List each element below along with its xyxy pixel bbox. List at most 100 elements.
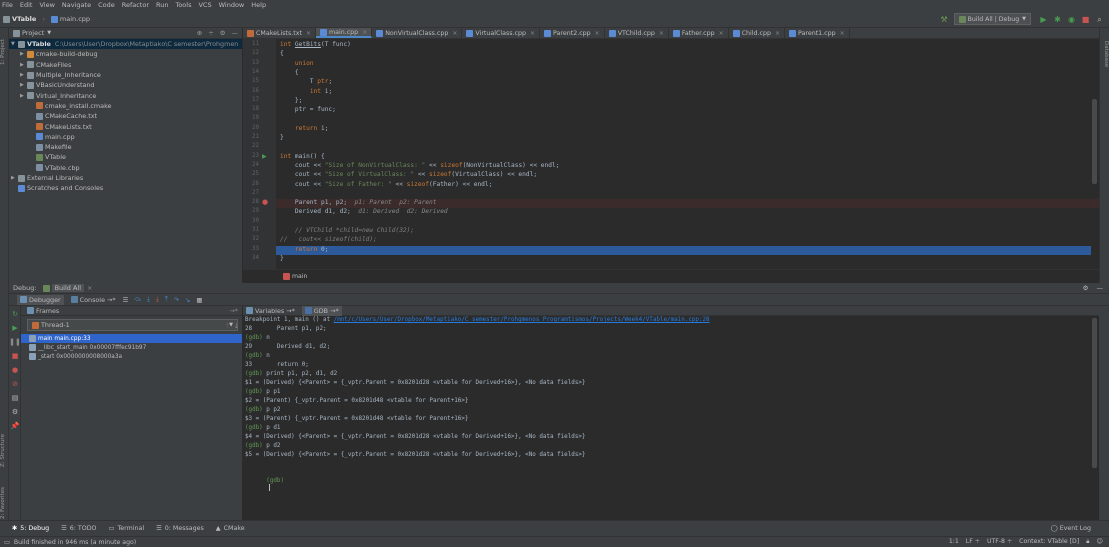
breadcrumb-file[interactable]: main.cpp (50, 15, 90, 23)
menu-vcs[interactable]: VCS (198, 0, 211, 11)
caret-position[interactable]: 1:1 (949, 538, 959, 546)
breakpoint-icon[interactable]: ● (262, 198, 268, 206)
tab-structure[interactable]: Z: Structure (0, 428, 9, 473)
coverage-icon[interactable]: ◉ (1066, 14, 1077, 25)
tree-item[interactable]: cmake_install.cmake (9, 101, 242, 111)
bottom-tab[interactable]: ▭ Terminal (109, 525, 145, 532)
editor-tab[interactable]: Parent2.cpp × (540, 28, 605, 38)
breadcrumb-project[interactable]: VTable (3, 15, 36, 23)
close-icon[interactable]: × (840, 30, 845, 37)
menu-window[interactable]: Window (219, 0, 245, 11)
menu-view[interactable]: View (39, 0, 54, 11)
menu-run[interactable]: Run (156, 0, 168, 11)
tree-item[interactable]: ▶ External Libraries (9, 173, 242, 183)
editor-breadcrumb[interactable]: main (243, 269, 1099, 282)
close-icon[interactable]: × (530, 30, 535, 37)
pin-icon[interactable]: 📌 (9, 420, 21, 432)
resume-icon[interactable]: ▶ (9, 322, 21, 334)
bottom-tab[interactable]: ✱ 5: Debug (12, 525, 49, 532)
tree-item[interactable]: Scratches and Consoles (9, 183, 242, 193)
editor-tab[interactable]: Child.cpp × (729, 28, 785, 38)
step-out-icon[interactable]: ⤒ (165, 295, 168, 304)
pause-icon[interactable]: ❚❚ (9, 336, 21, 348)
editor-gutter[interactable]: 11 12 13 14 15 16 17 18 19 20 21 22 23 ▶ 24 25 26 27 28 ● 29… (243, 39, 276, 269)
locate-icon[interactable]: ⊕ (197, 29, 202, 37)
editor-scrollbar[interactable] (1092, 99, 1097, 184)
menu-refactor[interactable]: Refactor (122, 0, 149, 11)
gdb-input-line[interactable]: (gdb) (243, 472, 284, 491)
tab-favorites[interactable]: 2: Favorites (0, 483, 9, 523)
step-over-icon[interactable]: ⤼ (134, 295, 141, 304)
expand-icon[interactable]: →* (229, 307, 238, 315)
rerun-icon[interactable]: ↻ (9, 308, 21, 320)
chevron-down-icon[interactable]: ▼ (47, 30, 51, 36)
bottom-tab[interactable]: ☰ 0: Messages (156, 525, 204, 532)
run-config-select[interactable]: Build All | Debug ▼ (953, 13, 1031, 25)
editor-tab[interactable]: NonVirtualClass.cpp × (372, 28, 463, 38)
close-icon[interactable]: × (306, 30, 311, 37)
minimize-icon[interactable]: — (1097, 284, 1104, 292)
gdb-scrollbar[interactable] (1092, 318, 1097, 468)
step-into-icon[interactable]: ⤓ (147, 295, 150, 304)
stop-icon[interactable]: ■ (1080, 14, 1091, 25)
tree-item[interactable]: VTable.cbp (9, 163, 242, 173)
mute-breakpoints-icon[interactable]: ⊘ (9, 378, 21, 390)
view-breakpoints-icon[interactable]: ● (9, 364, 21, 376)
tree-item[interactable]: ▶ cmake-build-debug (9, 49, 242, 59)
run-gutter-icon[interactable]: ▶ (262, 153, 267, 160)
tab-debugger[interactable]: Debugger (17, 294, 64, 305)
line-separator[interactable]: LF ÷ (966, 538, 980, 546)
close-icon[interactable]: × (719, 30, 724, 37)
stack-frame[interactable]: main main.cpp:33 (21, 334, 242, 343)
tab-variables[interactable]: Variables →* (243, 306, 298, 316)
run-to-cursor-icon[interactable]: ↘ (185, 296, 190, 304)
close-icon[interactable]: × (362, 29, 367, 36)
tree-item[interactable]: CMakeCache.txt (9, 111, 242, 121)
menu-code[interactable]: Code (98, 0, 115, 11)
editor-tab[interactable]: Parent1.cpp × (785, 28, 850, 38)
menu-icon[interactable]: ☰ (123, 296, 129, 304)
inspector-icon[interactable]: ☺ (1097, 538, 1103, 546)
tab-console[interactable]: Console →* (68, 295, 119, 305)
debug-session-tab[interactable]: Build All (51, 284, 85, 292)
stack-frame[interactable]: _start 0x0000000008000a3a (21, 352, 242, 361)
tab-database[interactable]: Database (1100, 34, 1109, 74)
stack-frame[interactable]: __libc_start_main 0x00007fffec91b97 (21, 343, 242, 352)
bug-icon[interactable]: ✱ (1052, 14, 1063, 25)
source-link[interactable]: /mnt/c/Users/User/Dropbox/Metaptiakо/C s… (334, 317, 710, 323)
status-message[interactable]: Build finished in 946 ms (a minute ago) (14, 539, 136, 546)
tree-item[interactable]: CMakeLists.txt (9, 121, 242, 131)
editor-tab[interactable]: main.cpp × (315, 28, 373, 38)
tree-item[interactable]: ▶ Virtual_Inheritance (9, 90, 242, 100)
code-editor[interactable]: 11 12 13 14 15 16 17 18 19 20 21 22 23 ▶ 24 25 26 27 28 ● 29… (243, 39, 1099, 269)
menu-tools[interactable]: Tools (175, 0, 191, 11)
bottom-tab[interactable]: ☰ 6: TODO (61, 525, 96, 532)
thread-select[interactable]: Thread-1 ▼ (27, 319, 238, 331)
close-icon[interactable]: × (452, 30, 457, 37)
close-icon[interactable]: × (87, 284, 92, 292)
drop-frame-icon[interactable]: ↷ (174, 296, 179, 304)
tree-item[interactable]: VTable (9, 152, 242, 162)
hammer-icon[interactable]: ⚒ (939, 14, 950, 25)
menu-file[interactable]: File (2, 0, 13, 11)
hide-icon[interactable]: — (232, 29, 239, 37)
up-arrow-icon[interactable]: ↑ (225, 322, 230, 330)
force-step-into-icon[interactable]: ⤓ (156, 295, 159, 304)
play-icon[interactable]: ▶ (1038, 14, 1049, 25)
menu-navigate[interactable]: Navigate (62, 0, 91, 11)
editor-tab[interactable]: CMakeLists.txt × (243, 28, 316, 38)
close-icon[interactable]: × (659, 30, 664, 37)
tree-root[interactable]: ▼ VTable C:\Users\User\Dropbox\Metaptiak… (9, 39, 242, 50)
status-toggle-icon[interactable]: ▭ (4, 539, 10, 546)
file-encoding[interactable]: UTF-8 ÷ (987, 538, 1012, 546)
tree-item[interactable]: Makefile (9, 142, 242, 152)
gear-icon[interactable]: ⚙ (1083, 284, 1089, 292)
tree-item[interactable]: ▶ VBasicUnderstand (9, 80, 242, 90)
event-log-button[interactable]: ◯ Event Log (1051, 525, 1091, 532)
stop-icon[interactable]: ■ (9, 350, 21, 362)
tree-item[interactable]: ▶ CMakeFiles (9, 60, 242, 70)
editor-tab[interactable]: VirtualClass.cpp × (462, 28, 541, 38)
settings-icon[interactable]: ⚙ (9, 406, 21, 418)
tree-item[interactable]: ▶ Multiple_Inheritance (9, 70, 242, 80)
layout-icon[interactable]: ▤ (9, 392, 21, 404)
